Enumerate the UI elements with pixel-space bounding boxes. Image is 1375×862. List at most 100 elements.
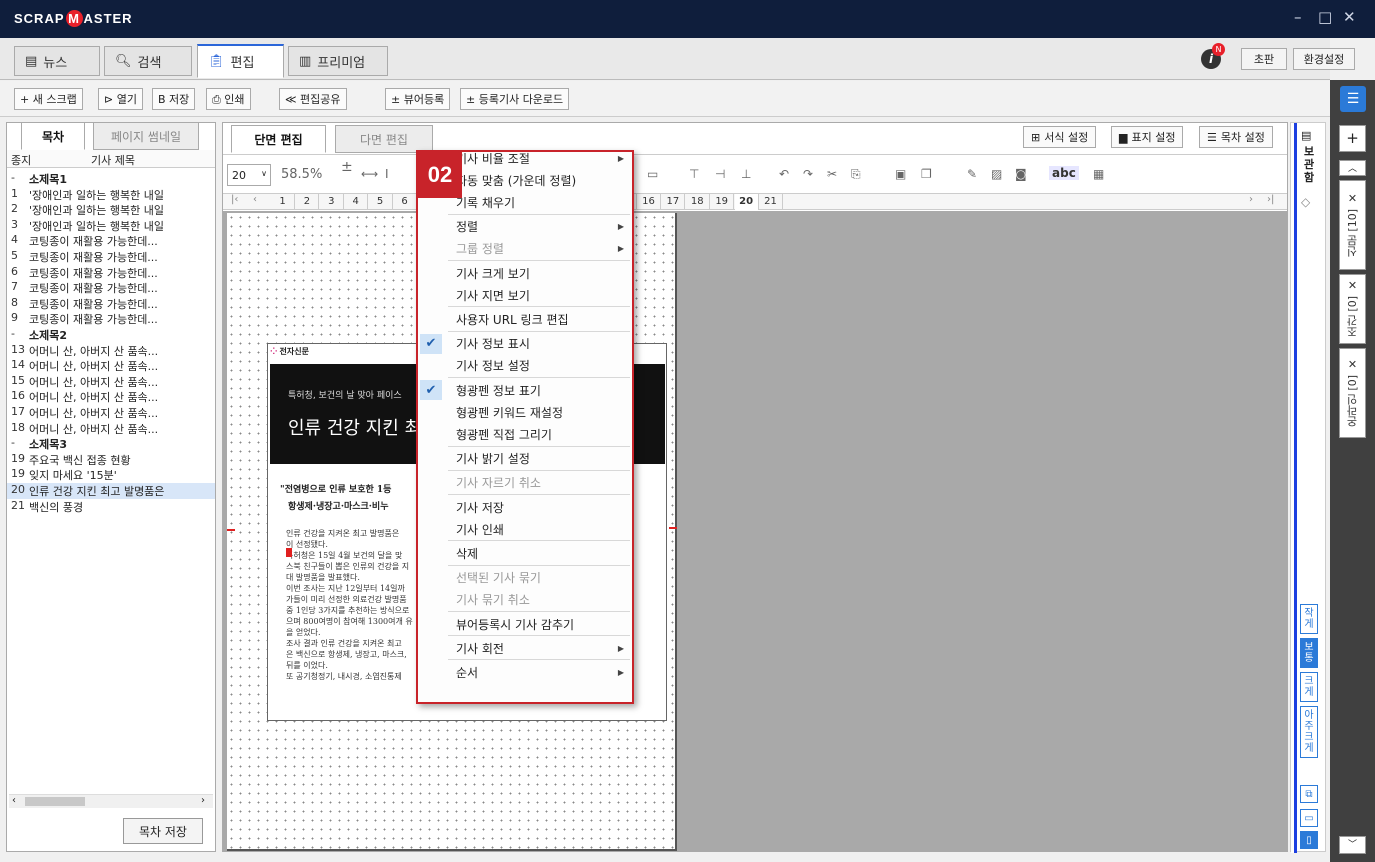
cut-icon[interactable]: ✂ xyxy=(827,167,837,181)
menu-item[interactable]: 삭제 xyxy=(418,541,632,565)
toc-row[interactable]: - 소제목2 xyxy=(7,327,215,343)
menu-item[interactable]: 형광펜 정보 표기 ✔ xyxy=(418,378,632,402)
redo-icon[interactable]: ↷ xyxy=(803,167,813,181)
menu-icon[interactable]: ☰ xyxy=(1340,86,1366,112)
undo-icon[interactable]: ↶ xyxy=(779,167,789,181)
eraser-icon[interactable]: ◇ xyxy=(1301,195,1310,209)
save-button[interactable]: B 저장 xyxy=(152,88,196,110)
cover-settings-button[interactable]: ▆ 표지 설정 xyxy=(1111,126,1184,148)
size-option-button[interactable]: 아주크게 xyxy=(1300,706,1318,758)
page-number-tab[interactable]: 4 xyxy=(344,194,369,210)
scrollbar-thumb[interactable] xyxy=(25,797,85,806)
toc-row[interactable]: - 소제목3 xyxy=(7,436,215,452)
toc-row[interactable]: - 소제목1 xyxy=(7,171,215,187)
toc-row[interactable]: 8 코팅종이 재활용 가능한데... xyxy=(7,296,215,312)
picture-icon[interactable]: ◙ xyxy=(1015,167,1027,181)
toc-row[interactable]: 6 코팅종이 재활용 가능한데... xyxy=(7,265,215,281)
toc-row[interactable]: 9 코팅종이 재활용 가능한데... xyxy=(7,311,215,327)
page-number-tab[interactable]: 20 xyxy=(734,194,759,210)
menu-item[interactable]: 선택된 기사 묶기 xyxy=(418,566,632,590)
menu-item[interactable]: 그룹 정렬 ▶ xyxy=(418,237,632,261)
add-tab-button[interactable]: + xyxy=(1339,125,1366,152)
toc-row[interactable]: 1 '장애인과 일하는 행복한 내일 xyxy=(7,187,215,203)
abc-text-icon[interactable]: abc xyxy=(1049,166,1079,180)
menu-item[interactable]: 형광펜 직접 그리기 xyxy=(418,422,632,446)
tab-single-edit[interactable]: 단면 편집 xyxy=(231,125,326,153)
minimize-button[interactable]: – xyxy=(1294,8,1302,26)
scroll-left-icon[interactable]: ‹ xyxy=(12,795,16,806)
page-number-tab[interactable]: 21 xyxy=(759,194,783,210)
paste-icon[interactable]: ⎘ xyxy=(851,167,861,182)
close-button[interactable]: ✕ xyxy=(1343,8,1356,26)
toc-row[interactable]: 21 백신의 풍경 xyxy=(7,499,215,515)
toc-row[interactable]: 15 어머니 산, 아버지 산 품속... xyxy=(7,374,215,390)
page-number-tab[interactable]: 5 xyxy=(369,194,393,210)
edit-icon[interactable]: ✎ xyxy=(967,167,977,181)
page-number-tab[interactable]: 3 xyxy=(320,194,344,210)
toc-row[interactable]: 20 인류 건강 지킨 최고 발명품은 xyxy=(7,483,215,499)
settings-button[interactable]: 환경설정 xyxy=(1293,48,1355,70)
tab-online[interactable]: ✕ 온라인 [0] xyxy=(1339,348,1366,438)
toc-row[interactable]: 5 코팅종이 재활용 가능한데... xyxy=(7,249,215,265)
menu-item[interactable]: 기사 자르기 취소 xyxy=(418,471,632,495)
align-icon[interactable]: ▭ xyxy=(647,167,658,181)
last-page-icon[interactable]: ›| xyxy=(1267,194,1274,205)
tab-multi-edit[interactable]: 다면 편집 xyxy=(335,125,433,153)
menu-item[interactable]: 뷰어등록시 기사 감추기 xyxy=(418,612,632,636)
toc-row[interactable]: 19 주요국 백신 접종 현황 xyxy=(7,452,215,468)
copy-page-icon[interactable]: ❐ xyxy=(921,167,932,181)
page-number-tab[interactable]: 17 xyxy=(661,194,686,210)
new-scrap-button[interactable]: + 새 스크랩 xyxy=(14,88,83,110)
tab-premium[interactable]: ▥ 프리미엄 xyxy=(288,46,388,76)
toc-save-button[interactable]: 목차 저장 xyxy=(123,818,203,844)
prev-page-icon[interactable]: ‹ xyxy=(253,194,257,205)
image-icon[interactable]: ▨ xyxy=(991,167,1002,181)
scroll-down-icon[interactable]: ﹀ xyxy=(1339,836,1366,854)
tab-morning[interactable]: ✕ 조간 [0] xyxy=(1339,274,1366,344)
tab-page-thumbnail[interactable]: 페이지 썸네일 xyxy=(93,122,199,150)
toc-row[interactable]: 18 어머니 산, 아버지 산 품속... xyxy=(7,421,215,437)
dock-icon[interactable]: ▭ xyxy=(1300,809,1318,827)
next-page-icon[interactable]: › xyxy=(1249,194,1253,205)
toc-row[interactable]: 16 어머니 산, 아버지 산 품속... xyxy=(7,389,215,405)
share-edit-button[interactable]: ≪ 편집공유 xyxy=(279,88,347,110)
toc-row[interactable]: 7 코팅종이 재활용 가능한데... xyxy=(7,280,215,296)
menu-item[interactable]: 기사 지면 보기 xyxy=(418,283,632,307)
size-option-button[interactable]: 크게 xyxy=(1300,672,1318,702)
page-number-tab[interactable]: 16 xyxy=(637,194,661,210)
page-number-tab[interactable]: 2 xyxy=(295,194,320,210)
archive-icon[interactable]: ▤ xyxy=(1301,129,1311,142)
zoom-in-icon[interactable]: ± xyxy=(341,159,353,175)
close-icon[interactable]: ✕ xyxy=(1348,358,1357,371)
toc-row[interactable]: 19 잊지 마세요 '15분' xyxy=(7,467,215,483)
tab-toc[interactable]: 목차 xyxy=(21,122,85,150)
page-number-tab[interactable]: 6 xyxy=(393,194,417,210)
horizontal-scrollbar[interactable]: ‹ › xyxy=(9,794,213,808)
menu-item[interactable]: 기사 크게 보기 xyxy=(418,261,632,285)
first-page-icon[interactable]: |‹ xyxy=(231,194,238,205)
open-button[interactable]: ⊳ 열기 xyxy=(98,88,143,110)
fit-height-icon[interactable]: Ⅰ xyxy=(385,167,389,181)
toc-row[interactable]: 4 코팅종이 재활용 가능한데... xyxy=(7,233,215,249)
panel-icon[interactable]: ▯ xyxy=(1300,831,1318,849)
menu-item[interactable]: 기사 묶기 취소 xyxy=(418,588,632,612)
page-number-tab[interactable]: 18 xyxy=(686,194,710,210)
format-settings-button[interactable]: ⊞ 서식 설정 xyxy=(1023,126,1097,148)
print-button[interactable]: ⎙ 인쇄 xyxy=(206,88,251,110)
toc-row[interactable]: 13 어머니 산, 아버지 산 품속... xyxy=(7,343,215,359)
align-bottom-icon[interactable]: ⊥ xyxy=(741,167,751,181)
menu-item[interactable]: 기사 정보 표시 ✔ xyxy=(418,332,632,356)
grid-icon[interactable]: ▦ xyxy=(1093,167,1104,181)
edit-canvas[interactable]: ⁘ 전자신문 특허청, 보건의 날 맞아 페이스 인류 건강 지킨 최 "전염병으… xyxy=(223,211,1287,852)
size-option-button[interactable]: 보통 xyxy=(1300,638,1318,668)
scroll-right-icon[interactable]: › xyxy=(201,795,205,806)
menu-item[interactable]: 기사 인쇄 xyxy=(418,517,632,541)
font-size-select[interactable]: 20 ∨ xyxy=(227,164,271,186)
scroll-up-icon[interactable]: ︿ xyxy=(1339,160,1366,176)
menu-item[interactable]: 정렬 ▶ xyxy=(418,215,632,239)
toc-row[interactable]: 2 '장애인과 일하는 행복한 내일 xyxy=(7,202,215,218)
toc-row[interactable]: 3 '장애인과 일하는 행복한 내일 xyxy=(7,218,215,234)
toc-settings-button[interactable]: ☰ 목차 설정 xyxy=(1199,126,1273,148)
a4-icon[interactable]: ▣ xyxy=(895,167,906,181)
window-icon[interactable]: ⧉ xyxy=(1300,785,1318,803)
